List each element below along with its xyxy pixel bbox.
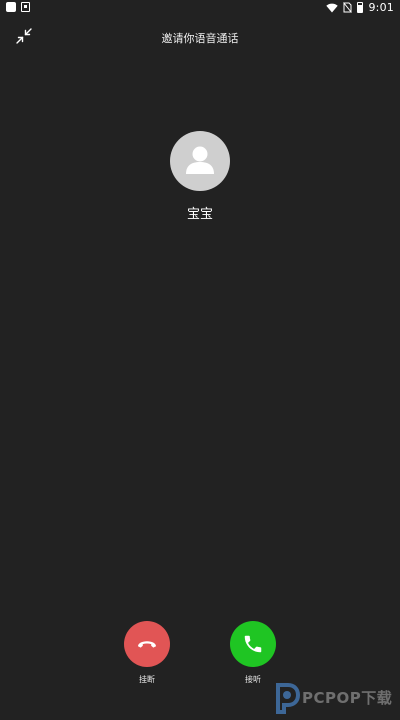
watermark-logo-icon (276, 683, 300, 714)
hang-up-phone-icon (138, 641, 156, 648)
watermark: PCPOP下载 (272, 679, 396, 717)
status-left (6, 2, 30, 12)
avatar (170, 131, 230, 191)
caller-name: 宝宝 (186, 207, 213, 222)
wifi-icon (326, 3, 339, 12)
default-avatar-icon (186, 146, 214, 174)
status-time: 9:01 (368, 1, 394, 14)
notification-square-icon (6, 2, 16, 12)
phone-icon (244, 635, 262, 653)
status-bar: 9:01 (0, 0, 400, 16)
decline-action: 挂断 (124, 621, 170, 685)
accept-action: 接听 (230, 621, 276, 685)
voice-call-screen: 9:01 邀请你语音通话 宝宝 挂断 接听 PCPOP下载 (0, 0, 400, 720)
accept-label: 接听 (245, 675, 261, 684)
decline-button[interactable] (124, 621, 170, 667)
status-right: 9:01 (326, 1, 394, 14)
battery-icon (357, 2, 364, 13)
no-sim-icon (343, 2, 353, 13)
decline-label: 挂断 (139, 675, 155, 684)
accept-button[interactable] (230, 621, 276, 667)
app-notification-icon (21, 2, 30, 12)
watermark-text: PCPOP下载 (302, 689, 393, 707)
call-title: 邀请你语音通话 (161, 32, 239, 45)
